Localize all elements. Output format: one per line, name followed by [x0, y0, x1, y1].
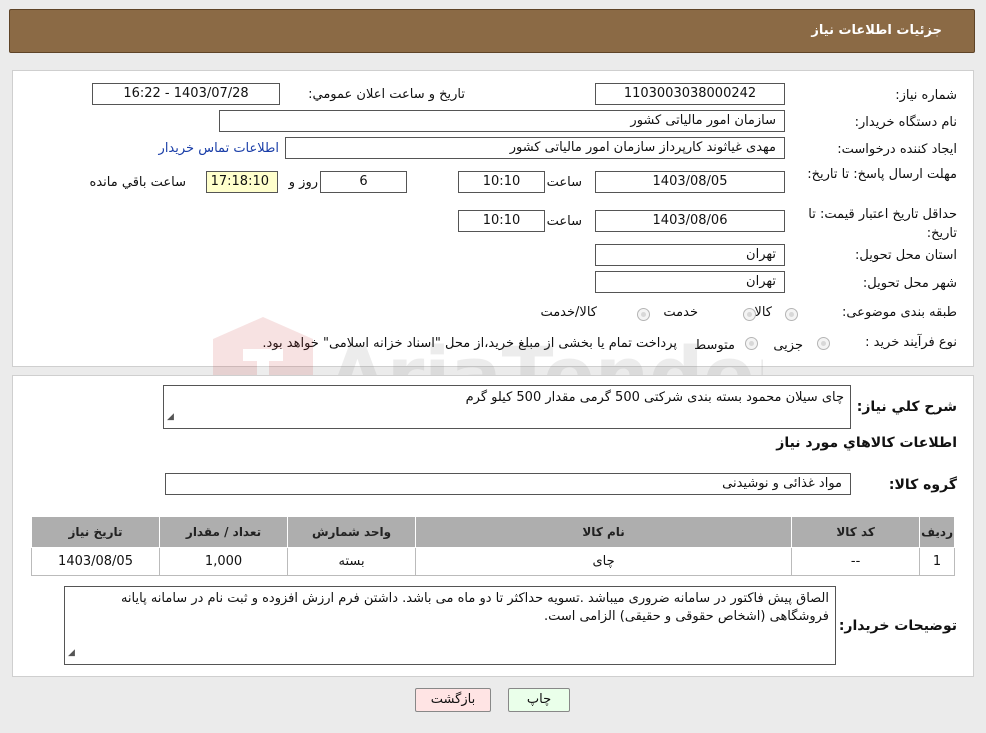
group-label: گروه کالا:	[888, 477, 957, 493]
remaining-time-label: ساعت باقي مانده	[89, 175, 186, 190]
table-row: 1 -- چای بسته 1,000 1403/08/05	[30, 547, 955, 576]
category-label: طبقه بندی موضوعی:	[841, 305, 957, 320]
buyer-notes-textarea[interactable]: الصاق پیش فاکتور در سامانه ضروری میباشد …	[64, 586, 836, 665]
city-field: تهران	[595, 271, 785, 293]
buyer-notes-text: الصاق پیش فاکتور در سامانه ضروری میباشد …	[120, 591, 829, 624]
cell-unit: بسته	[287, 547, 417, 576]
city-label: شهر محل تحویل:	[862, 276, 957, 291]
description-textarea[interactable]: چای سیلان محمود بسته بندی شرکتی 500 گرمی…	[163, 385, 851, 429]
process-note: پرداخت تمام یا بخشی از مبلغ خرید،از محل …	[262, 336, 677, 351]
deadline-date-field: 1403/08/05	[595, 171, 785, 193]
category-radio-goods[interactable]	[785, 308, 798, 321]
cell-name: چای	[415, 547, 793, 576]
need-number-field: 1103003038000242	[595, 83, 785, 105]
print-button[interactable]: چاپ	[508, 688, 570, 712]
resize-grip-icon[interactable]: ◢	[68, 644, 75, 662]
announce-label: تاریخ و ساعت اعلان عمومي:	[308, 87, 465, 102]
need-info-panel: شماره نیاز: 1103003038000242 تاریخ و ساع…	[12, 70, 974, 427]
process-radio-medium[interactable]	[745, 337, 758, 350]
resize-grip-icon[interactable]: ◢	[167, 408, 174, 426]
process-option-medium: متوسط	[694, 338, 735, 353]
cell-code: --	[791, 547, 921, 576]
cell-need-date: 1403/08/05	[30, 547, 161, 576]
validity-label: حداقل تاریخ اعتبار قیمت: تا تاریخ:	[808, 207, 957, 241]
page-title: جزئیات اطلاعات نیاز	[811, 23, 942, 38]
cell-quantity: 1,000	[159, 547, 289, 576]
creator-field: مهدی غیاثوند کارپرداز سازمان امور مالیات…	[285, 137, 785, 159]
announce-datetime-field: 1403/07/28 - 16:22	[92, 83, 280, 105]
col-quantity: تعداد / مقدار	[159, 516, 289, 548]
group-field: مواد غذائی و نوشیدنی	[165, 473, 851, 495]
process-label: نوع فرآیند خرید :	[865, 335, 957, 350]
deadline-label: مهلت ارسال پاسخ: تا تاریخ:	[807, 167, 957, 182]
category-option-goods-service: کالا/خدمت	[540, 305, 597, 320]
category-radio-service[interactable]	[743, 308, 756, 321]
validity-time-field: 10:10	[458, 210, 545, 232]
category-radio-goods-service[interactable]	[637, 308, 650, 321]
back-button[interactable]: بازگشت	[415, 688, 491, 712]
deadline-time-label: ساعت	[546, 175, 582, 190]
need-number-label: شماره نیاز:	[895, 88, 957, 103]
col-row: ردیف	[919, 516, 955, 548]
validity-date-field: 1403/08/06	[595, 210, 785, 232]
col-name: نام کالا	[415, 516, 793, 548]
category-option-goods: کالا	[754, 305, 772, 320]
items-table-header: ردیف کد کالا نام کالا واحد شمارش تعداد /…	[30, 516, 955, 548]
process-option-partial: جزیی	[773, 338, 803, 353]
category-option-service: خدمت	[663, 305, 698, 320]
col-need-date: تاریخ نیاز	[30, 516, 161, 548]
buyer-notes-label: توضیحات خریدار:	[838, 618, 957, 634]
province-label: استان محل تحویل:	[855, 248, 957, 263]
cell-row: 1	[919, 547, 955, 576]
page-header: جزئیات اطلاعات نیاز	[9, 9, 975, 53]
need-details-panel: شرح کلي نیاز: چای سیلان محمود بسته بندی …	[12, 375, 974, 677]
items-table: ردیف کد کالا نام کالا واحد شمارش تعداد /…	[30, 516, 955, 576]
items-heading: اطلاعات کالاهاي مورد نیاز	[776, 435, 957, 451]
buyer-org-label: نام دستگاه خریدار:	[854, 115, 957, 130]
col-code: کد کالا	[791, 516, 921, 548]
buyer-org-field: سازمان امور مالیاتی کشور	[219, 110, 785, 132]
creator-label: ایجاد کننده درخواست:	[837, 142, 957, 157]
description-label: شرح کلي نیاز:	[856, 399, 957, 415]
buyer-contact-link[interactable]: اطلاعات تماس خریدار	[159, 141, 279, 156]
remaining-time-field: 17:18:10	[206, 171, 278, 193]
process-radio-partial[interactable]	[817, 337, 830, 350]
validity-time-label: ساعت	[546, 214, 582, 229]
days-label: روز و	[288, 175, 318, 190]
col-unit: واحد شمارش	[287, 516, 417, 548]
days-field: 6	[320, 171, 407, 193]
province-field: تهران	[595, 244, 785, 266]
deadline-time-field: 10:10	[458, 171, 545, 193]
description-text: چای سیلان محمود بسته بندی شرکتی 500 گرمی…	[465, 390, 844, 405]
